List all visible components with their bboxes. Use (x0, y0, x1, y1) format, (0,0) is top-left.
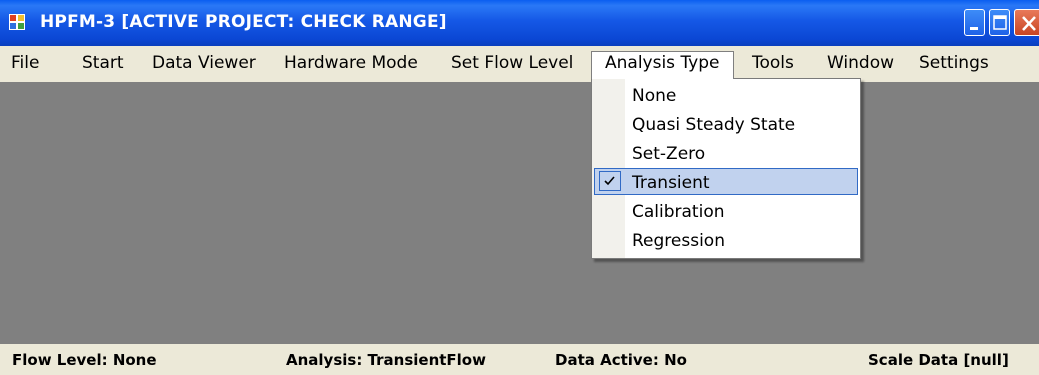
maximize-icon (993, 15, 1007, 30)
menu-option-transient[interactable]: Transient (594, 168, 858, 195)
menu-option-regression[interactable]: Regression (592, 227, 860, 256)
menu-option-label: Quasi Steady State (632, 115, 796, 135)
menu-hardware-mode[interactable]: Hardware Mode (284, 51, 418, 76)
status-flow-level: Flow Level: None (12, 351, 157, 369)
status-data-active: Data Active: No (555, 351, 687, 369)
menu-window[interactable]: Window (827, 51, 894, 76)
menu-option-label: Calibration (632, 202, 725, 222)
mdi-client-area[interactable] (0, 82, 1039, 344)
menu-option-label: None (632, 86, 677, 106)
close-icon (1022, 16, 1036, 31)
minimize-icon (970, 27, 978, 30)
menu-option-label: Transient (632, 173, 710, 193)
app-window: HPFM-3 [ACTIVE PROJECT: CHECK RANGE] Fil… (0, 0, 1039, 375)
maximize-button[interactable] (989, 9, 1010, 36)
title-bar[interactable]: HPFM-3 [ACTIVE PROJECT: CHECK RANGE] (0, 0, 1039, 46)
menu-settings[interactable]: Settings (919, 51, 989, 76)
menu-option-label: Regression (632, 231, 725, 251)
status-analysis: Analysis: TransientFlow (286, 351, 486, 369)
menu-set-flow-level[interactable]: Set Flow Level (451, 51, 573, 76)
checkmark-icon (599, 171, 621, 191)
menu-start[interactable]: Start (82, 51, 124, 76)
menu-option-label: Set-Zero (632, 144, 706, 164)
menu-option-set-zero[interactable]: Set-Zero (592, 140, 860, 169)
analysis-type-dropdown: None Quasi Steady State Set-Zero Transie… (591, 78, 861, 259)
close-button[interactable] (1014, 9, 1039, 36)
menu-option-quasi-steady-state[interactable]: Quasi Steady State (592, 111, 860, 140)
menu-option-none[interactable]: None (592, 82, 860, 111)
app-icon[interactable] (9, 14, 25, 30)
menu-analysis-type[interactable]: Analysis Type (591, 51, 734, 79)
status-bar: Flow Level: None Analysis: TransientFlow… (0, 344, 1039, 375)
menu-data-viewer[interactable]: Data Viewer (152, 51, 256, 76)
status-scale-data: Scale Data [null] (868, 351, 1009, 369)
menu-tools[interactable]: Tools (752, 51, 794, 76)
menu-bar: File Start Data Viewer Hardware Mode Set… (0, 46, 1039, 82)
menu-option-calibration[interactable]: Calibration (592, 198, 860, 227)
minimize-button[interactable] (964, 9, 985, 36)
window-title: HPFM-3 [ACTIVE PROJECT: CHECK RANGE] (40, 12, 447, 32)
menu-file[interactable]: File (11, 51, 39, 76)
